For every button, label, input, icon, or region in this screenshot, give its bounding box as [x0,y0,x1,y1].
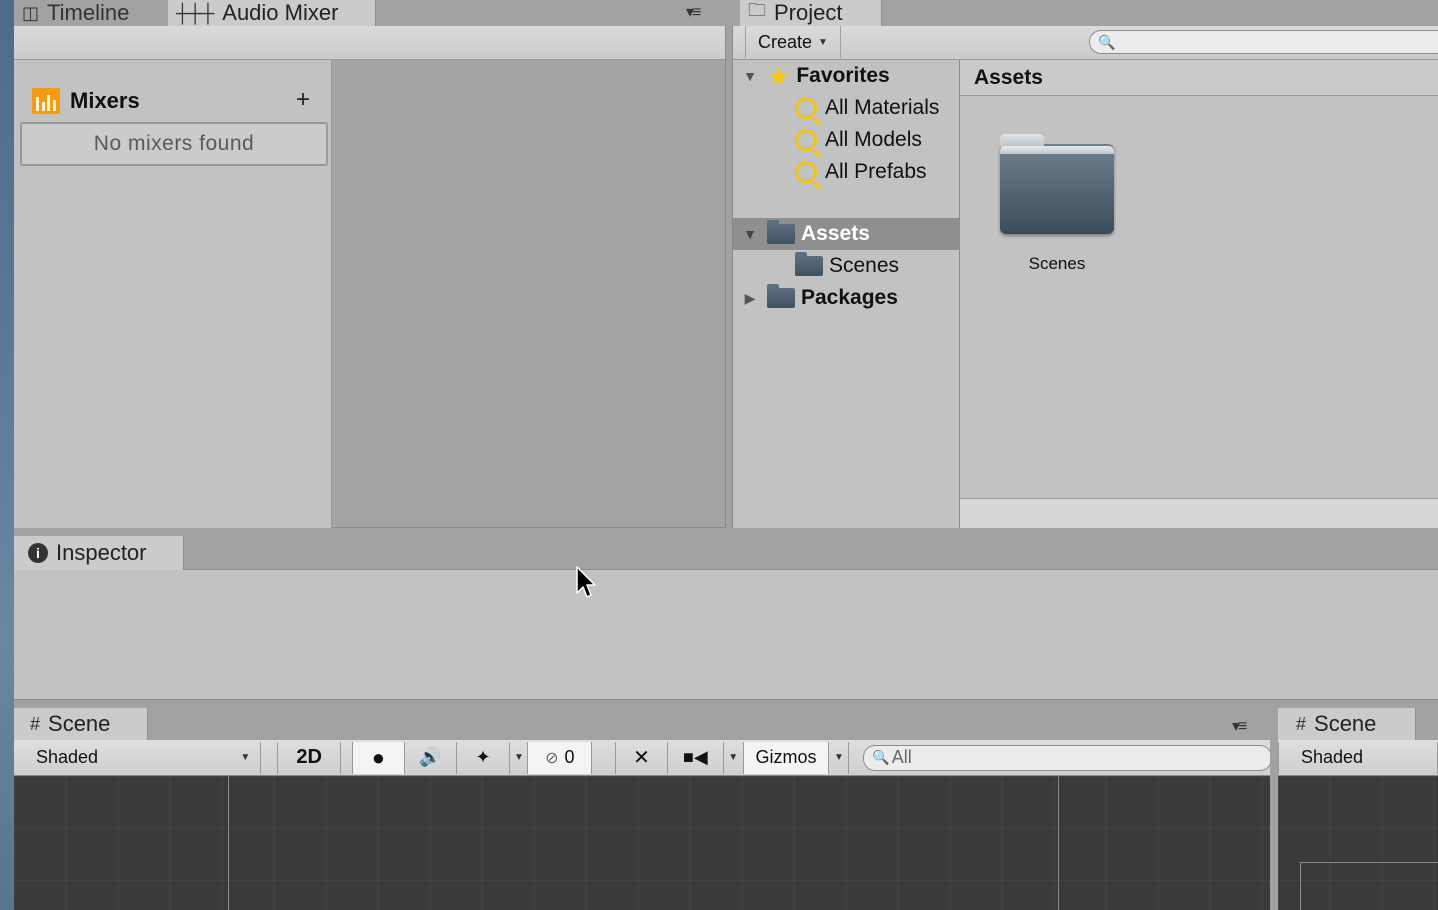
collapse-arrow-icon: ▼ [743,68,757,84]
project-assets-view: Assets Scenes [960,60,1438,528]
audio-mixer-icon [32,88,60,114]
eye-hidden-icon: ⊘ [545,749,559,767]
asset-item-scenes[interactable]: Scenes [1000,134,1114,284]
project-tree: ▼ ★ Favorites All Materials All Models A… [732,60,961,528]
camera-icon: ■◀ [683,747,708,767]
tab-project-label: Project [774,0,843,25]
folder-icon [767,284,795,308]
tree-item-packages[interactable]: ▶ Packages [739,282,898,314]
asset-item-label: Scenes [1028,254,1086,273]
speaker-icon: 🔊 [419,747,442,767]
folder-tab-icon: 🗀 [748,0,766,20]
hidden-count: 0 [564,747,575,767]
search-filter-icon [795,129,817,151]
effects-toggle[interactable]: ✦ [457,741,511,774]
panel-menu-icon[interactable]: ▾≡ [686,2,701,22]
camera-toggle[interactable]: ■◀ [668,741,724,774]
tree-item-assets[interactable]: ▼ Assets [733,218,961,250]
mixer-detail-area [332,60,726,528]
folder-icon [1000,134,1114,234]
effects-dropdown[interactable]: ▼ [510,741,529,774]
gizmos-button[interactable]: Gizmos [743,741,830,774]
window-divider[interactable] [1270,740,1278,910]
project-search-input[interactable]: 🔍 [1089,30,1438,54]
mixers-title: Mixers [70,88,140,113]
effects-layers-icon: ✦ [475,747,491,767]
create-dropdown[interactable]: Create ▼ [745,26,841,58]
shading-mode-dropdown-2[interactable]: Shaded [1278,741,1438,774]
tab-timeline[interactable]: ◫ Timeline [14,0,164,26]
desktop-background-strip [0,0,14,910]
tab-scene-label: Scene [48,711,111,736]
inspector-tabbar: i Inspector [14,528,1438,570]
top-left-tabbar: ◫ Timeline ┼┼┼ Audio Mixer ▾≡ [14,0,726,26]
scene-viewport[interactable] [14,776,1270,910]
scene-tabbar: # Scene ▾≡ [14,700,1272,740]
chevron-down-icon: ▼ [818,36,828,48]
scene2-viewport[interactable] [1278,776,1438,910]
mixer-sliders-icon: ┼┼┼ [176,2,215,23]
mixers-panel: Mixers + No mixers found [14,60,332,528]
project-tabbar: 🗀 Project [732,0,1438,26]
folder-icon [767,220,795,244]
collapse-arrow-icon: ▼ [743,226,757,242]
inspector-panel [14,570,1438,700]
camera-dropdown[interactable]: ▼ [724,741,744,774]
audio-mixer-toolbar [14,26,726,60]
search-filter-icon [795,161,817,183]
gizmos-dropdown[interactable]: ▼ [829,741,850,774]
expand-arrow-icon: ▶ [744,289,756,306]
viewport-guide-line [1058,776,1059,910]
folder-icon [795,252,823,276]
add-mixer-button[interactable]: + [296,86,310,114]
hidden-objects-toggle[interactable]: ⊘ 0 [528,741,593,774]
tab-audio-mixer-label: Audio Mixer [222,0,339,25]
tree-item-all-prefabs[interactable]: All Prefabs [795,156,927,188]
create-label: Create [758,31,813,52]
search-filter-icon [795,97,817,119]
tab-scene-2[interactable]: # Scene [1278,708,1416,740]
tree-item-favorites[interactable]: ▼ ★ Favorites [739,60,890,92]
lightbulb-icon: ● [371,744,386,770]
star-icon: ★ [767,60,791,91]
assets-footer-bar [960,498,1438,528]
tree-item-all-materials[interactable]: All Materials [795,92,939,124]
no-mixers-message: No mixers found [20,122,328,166]
grid-icon: # [30,713,41,734]
scene2-tabbar: # Scene [1278,700,1438,740]
tree-item-scenes[interactable]: Scenes [795,250,899,282]
scene2-toolbar: Shaded [1278,740,1438,776]
tab-audio-mixer[interactable]: ┼┼┼ Audio Mixer [168,0,376,26]
timeline-icon: ◫ [22,2,40,23]
lighting-toggle[interactable]: ● [353,741,405,774]
tab-scene-2-label: Scene [1314,711,1377,736]
chevron-down-icon: ▼ [833,752,844,763]
tab-timeline-label: Timeline [47,0,130,25]
tab-project[interactable]: 🗀 Project [740,0,882,26]
mouse-cursor-icon [576,566,596,598]
project-toolbar: Create ▼ 🔍 [732,26,1438,60]
audio-toggle[interactable]: 🔊 [405,741,457,774]
info-icon: i [28,543,48,563]
chevron-down-icon: ▼ [240,752,251,763]
assets-breadcrumb[interactable]: Assets [960,60,1438,96]
chevron-down-icon: ▼ [728,752,739,763]
tab-inspector-label: Inspector [56,540,147,565]
tree-item-all-models[interactable]: All Models [795,124,922,156]
tab-scene[interactable]: # Scene [14,708,148,740]
tab-inspector[interactable]: i Inspector [14,536,184,570]
tools-icon: ✕ [633,747,650,769]
tools-toggle[interactable]: ✕ [616,741,668,774]
shading-mode-dropdown[interactable]: Shaded ▼ [14,741,262,774]
2d-mode-toggle[interactable]: 2D [277,741,342,774]
panel-menu-icon[interactable]: ▾≡ [1232,716,1247,736]
grid-icon: # [1296,713,1307,734]
scene-search-input[interactable]: 🔍 All [863,744,1273,771]
search-icon: 🔍 [1098,33,1116,50]
chevron-down-icon: ▼ [514,752,524,763]
viewport-guide-rect [1300,862,1438,910]
viewport-guide-line [228,776,229,910]
scene-toolbar: Shaded ▼ 2D ● 🔊 ✦ ▼ ⊘ 0 ✕ ■◀ ▼ Gizmos ▼ … [14,740,1273,776]
search-icon: 🔍 [872,749,890,765]
